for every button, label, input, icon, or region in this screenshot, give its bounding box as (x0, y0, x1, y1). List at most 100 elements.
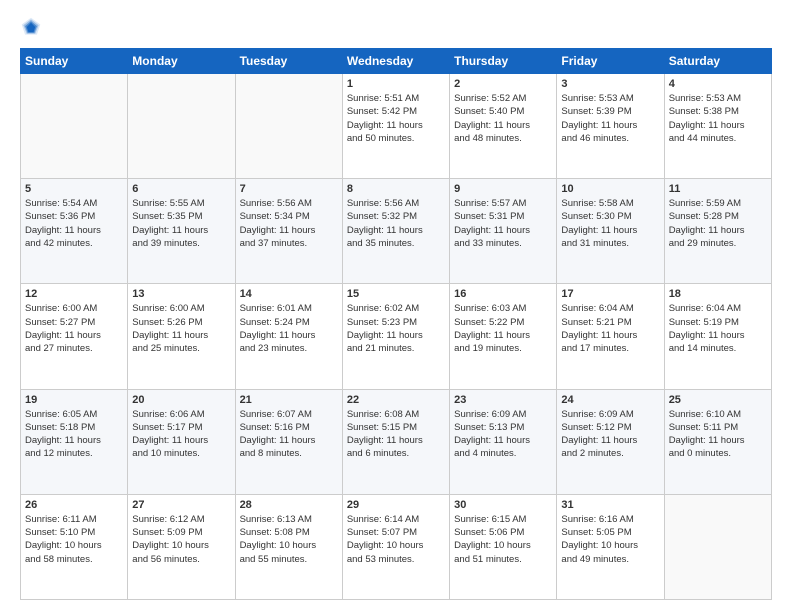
day-info: Sunrise: 6:02 AMSunset: 5:23 PMDaylight:… (347, 302, 445, 355)
day-number: 9 (454, 183, 552, 195)
logo (20, 16, 46, 38)
calendar-cell: 8 Sunrise: 5:56 AMSunset: 5:32 PMDaylight… (342, 179, 449, 284)
day-number: 26 (25, 499, 123, 511)
calendar-table: Sunday Monday Tuesday Wednesday Thursday… (20, 48, 772, 600)
calendar-cell: 2Sunrise: 5:52 AMSunset: 5:40 PMDaylight… (450, 74, 557, 179)
calendar-cell: 23 Sunrise: 6:09 AMSunset: 5:13 PMDayligh… (450, 389, 557, 494)
day-info: Sunrise: 5:58 AMSunset: 5:30 PMDaylight:… (561, 197, 659, 250)
day-number: 22 (347, 394, 445, 406)
col-sunday: Sunday (21, 49, 128, 74)
day-info: Sunrise: 6:14 AMSunset: 5:07 PMDaylight:… (347, 513, 445, 566)
calendar-cell: 19 Sunrise: 6:05 AMSunset: 5:18 PMDayligh… (21, 389, 128, 494)
calendar-cell: 29 Sunrise: 6:14 AMSunset: 5:07 PMDayligh… (342, 494, 449, 599)
day-info: Sunrise: 5:51 AMSunset: 5:42 PMDaylight:… (347, 92, 445, 145)
calendar-cell (235, 74, 342, 179)
day-info: Sunrise: 5:55 AMSunset: 5:35 PMDaylight:… (132, 197, 230, 250)
day-info: Sunrise: 5:54 AMSunset: 5:36 PMDaylight:… (25, 197, 123, 250)
calendar-cell (664, 494, 771, 599)
calendar-cell: 10 Sunrise: 5:58 AMSunset: 5:30 PMDayligh… (557, 179, 664, 284)
calendar-cell: 9 Sunrise: 5:57 AMSunset: 5:31 PMDaylight… (450, 179, 557, 284)
day-number: 5 (25, 183, 123, 195)
day-info: Sunrise: 6:00 AMSunset: 5:27 PMDaylight:… (25, 302, 123, 355)
day-number: 29 (347, 499, 445, 511)
day-number: 15 (347, 288, 445, 300)
day-number: 31 (561, 499, 659, 511)
day-number: 24 (561, 394, 659, 406)
calendar-cell: 3Sunrise: 5:53 AMSunset: 5:39 PMDaylight… (557, 74, 664, 179)
page-header (20, 16, 772, 38)
day-info: Sunrise: 6:13 AMSunset: 5:08 PMDaylight:… (240, 513, 338, 566)
calendar-week-row: 1 Sunrise: 5:51 AMSunset: 5:42 PMDaylight… (21, 74, 772, 179)
day-number: 19 (25, 394, 123, 406)
weekday-header-row: Sunday Monday Tuesday Wednesday Thursday… (21, 49, 772, 74)
day-info: Sunrise: 6:05 AMSunset: 5:18 PMDaylight:… (25, 408, 123, 461)
day-number: 14 (240, 288, 338, 300)
day-number: 27 (132, 499, 230, 511)
calendar-cell: 27Sunrise: 6:12 AMSunset: 5:09 PMDayligh… (128, 494, 235, 599)
calendar-week-row: 12 Sunrise: 6:00 AMSunset: 5:27 PMDayligh… (21, 284, 772, 389)
day-number: 13 (132, 288, 230, 300)
calendar-cell (128, 74, 235, 179)
day-number: 11 (669, 183, 767, 195)
day-number: 3 (561, 78, 659, 90)
calendar-cell: 31 Sunrise: 6:16 AMSunset: 5:05 PMDayligh… (557, 494, 664, 599)
col-wednesday: Wednesday (342, 49, 449, 74)
day-info: Sunrise: 6:15 AMSunset: 5:06 PMDaylight:… (454, 513, 552, 566)
day-info: Sunrise: 5:57 AMSunset: 5:31 PMDaylight:… (454, 197, 552, 250)
calendar-cell: 5 Sunrise: 5:54 AMSunset: 5:36 PMDaylight… (21, 179, 128, 284)
day-number: 21 (240, 394, 338, 406)
calendar-week-row: 19 Sunrise: 6:05 AMSunset: 5:18 PMDayligh… (21, 389, 772, 494)
day-number: 10 (561, 183, 659, 195)
calendar-cell: 4 Sunrise: 5:53 AMSunset: 5:38 PMDaylight… (664, 74, 771, 179)
calendar-cell: 30Sunrise: 6:15 AMSunset: 5:06 PMDayligh… (450, 494, 557, 599)
day-info: Sunrise: 6:07 AMSunset: 5:16 PMDaylight:… (240, 408, 338, 461)
col-saturday: Saturday (664, 49, 771, 74)
day-info: Sunrise: 6:10 AMSunset: 5:11 PMDaylight:… (669, 408, 767, 461)
calendar-cell: 14 Sunrise: 6:01 AMSunset: 5:24 PMDayligh… (235, 284, 342, 389)
calendar-cell: 6Sunrise: 5:55 AMSunset: 5:35 PMDaylight… (128, 179, 235, 284)
day-number: 18 (669, 288, 767, 300)
day-number: 8 (347, 183, 445, 195)
calendar-cell: 26 Sunrise: 6:11 AMSunset: 5:10 PMDayligh… (21, 494, 128, 599)
calendar-cell: 15 Sunrise: 6:02 AMSunset: 5:23 PMDayligh… (342, 284, 449, 389)
day-number: 12 (25, 288, 123, 300)
calendar-cell: 16 Sunrise: 6:03 AMSunset: 5:22 PMDayligh… (450, 284, 557, 389)
day-info: Sunrise: 5:59 AMSunset: 5:28 PMDaylight:… (669, 197, 767, 250)
day-info: Sunrise: 5:53 AMSunset: 5:38 PMDaylight:… (669, 92, 767, 145)
calendar-week-row: 5 Sunrise: 5:54 AMSunset: 5:36 PMDaylight… (21, 179, 772, 284)
day-info: Sunrise: 6:16 AMSunset: 5:05 PMDaylight:… (561, 513, 659, 566)
day-info: Sunrise: 5:56 AMSunset: 5:34 PMDaylight:… (240, 197, 338, 250)
day-info: Sunrise: 6:09 AMSunset: 5:12 PMDaylight:… (561, 408, 659, 461)
calendar-cell: 12 Sunrise: 6:00 AMSunset: 5:27 PMDayligh… (21, 284, 128, 389)
day-info: Sunrise: 6:04 AMSunset: 5:19 PMDaylight:… (669, 302, 767, 355)
day-info: Sunrise: 5:56 AMSunset: 5:32 PMDaylight:… (347, 197, 445, 250)
col-monday: Monday (128, 49, 235, 74)
calendar-cell: 21 Sunrise: 6:07 AMSunset: 5:16 PMDayligh… (235, 389, 342, 494)
calendar-cell: 18 Sunrise: 6:04 AMSunset: 5:19 PMDayligh… (664, 284, 771, 389)
calendar-cell: 28 Sunrise: 6:13 AMSunset: 5:08 PMDayligh… (235, 494, 342, 599)
calendar-cell: 7 Sunrise: 5:56 AMSunset: 5:34 PMDaylight… (235, 179, 342, 284)
day-number: 4 (669, 78, 767, 90)
page-container: Sunday Monday Tuesday Wednesday Thursday… (0, 0, 792, 612)
calendar-cell: 11 Sunrise: 5:59 AMSunset: 5:28 PMDayligh… (664, 179, 771, 284)
day-number: 20 (132, 394, 230, 406)
calendar-cell: 1 Sunrise: 5:51 AMSunset: 5:42 PMDaylight… (342, 74, 449, 179)
day-number: 16 (454, 288, 552, 300)
col-friday: Friday (557, 49, 664, 74)
day-number: 23 (454, 394, 552, 406)
day-info: Sunrise: 6:04 AMSunset: 5:21 PMDaylight:… (561, 302, 659, 355)
calendar-cell: 24 Sunrise: 6:09 AMSunset: 5:12 PMDayligh… (557, 389, 664, 494)
day-info: Sunrise: 6:03 AMSunset: 5:22 PMDaylight:… (454, 302, 552, 355)
day-info: Sunrise: 6:01 AMSunset: 5:24 PMDaylight:… (240, 302, 338, 355)
day-info: Sunrise: 6:09 AMSunset: 5:13 PMDaylight:… (454, 408, 552, 461)
day-number: 25 (669, 394, 767, 406)
day-info: Sunrise: 6:11 AMSunset: 5:10 PMDaylight:… (25, 513, 123, 566)
day-number: 7 (240, 183, 338, 195)
day-number: 1 (347, 78, 445, 90)
col-thursday: Thursday (450, 49, 557, 74)
calendar-cell: 25 Sunrise: 6:10 AMSunset: 5:11 PMDayligh… (664, 389, 771, 494)
calendar-cell: 20Sunrise: 6:06 AMSunset: 5:17 PMDayligh… (128, 389, 235, 494)
logo-icon (20, 16, 42, 38)
day-number: 28 (240, 499, 338, 511)
day-info: Sunrise: 6:00 AMSunset: 5:26 PMDaylight:… (132, 302, 230, 355)
